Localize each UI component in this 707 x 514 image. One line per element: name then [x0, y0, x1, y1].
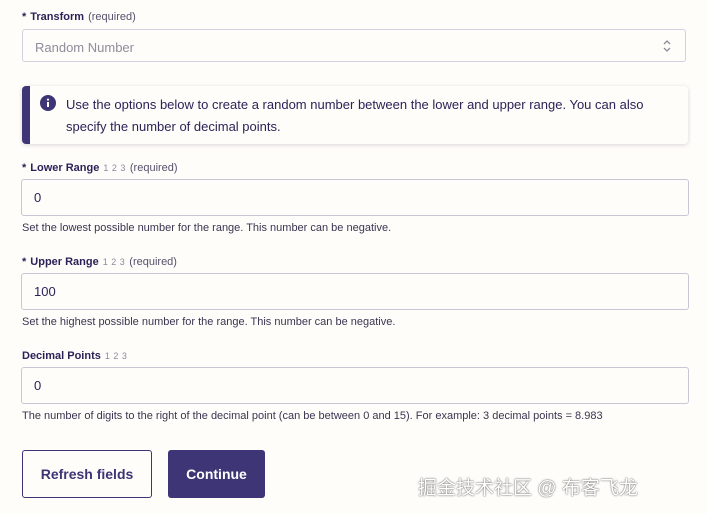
number-type-icon: 1 2 3	[104, 351, 128, 361]
chevron-up-down-icon	[663, 40, 671, 52]
required-star: *	[22, 11, 27, 23]
lower-range-label-text: Lower Range	[30, 162, 100, 174]
info-icon	[40, 95, 56, 111]
transform-label-text: Transform	[30, 11, 85, 23]
upper-range-help: Set the highest possible number for the …	[22, 316, 396, 328]
decimal-points-label-text: Decimal Points	[22, 350, 101, 362]
required-text: (required)	[129, 256, 177, 268]
number-type-icon: 1 2 3	[103, 163, 126, 173]
required-text: (required)	[88, 11, 136, 23]
decimal-points-label: Decimal Points 1 2 3	[22, 350, 127, 362]
lower-range-label: * Lower Range 1 2 3 (required)	[22, 162, 178, 174]
refresh-fields-button[interactable]: Refresh fields	[22, 450, 152, 498]
continue-button[interactable]: Continue	[168, 450, 265, 498]
upper-range-label: * Upper Range 1 2 3 (required)	[22, 256, 177, 268]
decimal-points-help: The number of digits to the right of the…	[22, 410, 603, 422]
transform-select[interactable]: Random Number	[22, 29, 686, 62]
upper-range-label-text: Upper Range	[30, 256, 99, 268]
transform-select-value: Random Number	[35, 40, 134, 55]
info-box: Use the options below to create a random…	[22, 86, 688, 144]
lower-range-help: Set the lowest possible number for the r…	[22, 222, 392, 234]
required-star: *	[22, 162, 27, 174]
decimal-points-value: 0	[34, 378, 42, 393]
lower-range-input[interactable]: 0	[21, 179, 689, 216]
number-type-icon: 1 2 3	[102, 257, 126, 267]
lower-range-value: 0	[34, 190, 42, 205]
info-accent-bar	[22, 86, 30, 144]
upper-range-value: 100	[34, 284, 56, 299]
upper-range-input[interactable]: 100	[21, 273, 689, 310]
info-text: Use the options below to create a random…	[66, 97, 644, 134]
watermark: 掘金技术社区 @ 布客飞龙	[418, 478, 638, 499]
required-text: (required)	[129, 162, 178, 174]
transform-label: * Transform (required)	[22, 11, 136, 23]
decimal-points-input[interactable]: 0	[21, 367, 689, 404]
required-star: *	[22, 256, 27, 268]
